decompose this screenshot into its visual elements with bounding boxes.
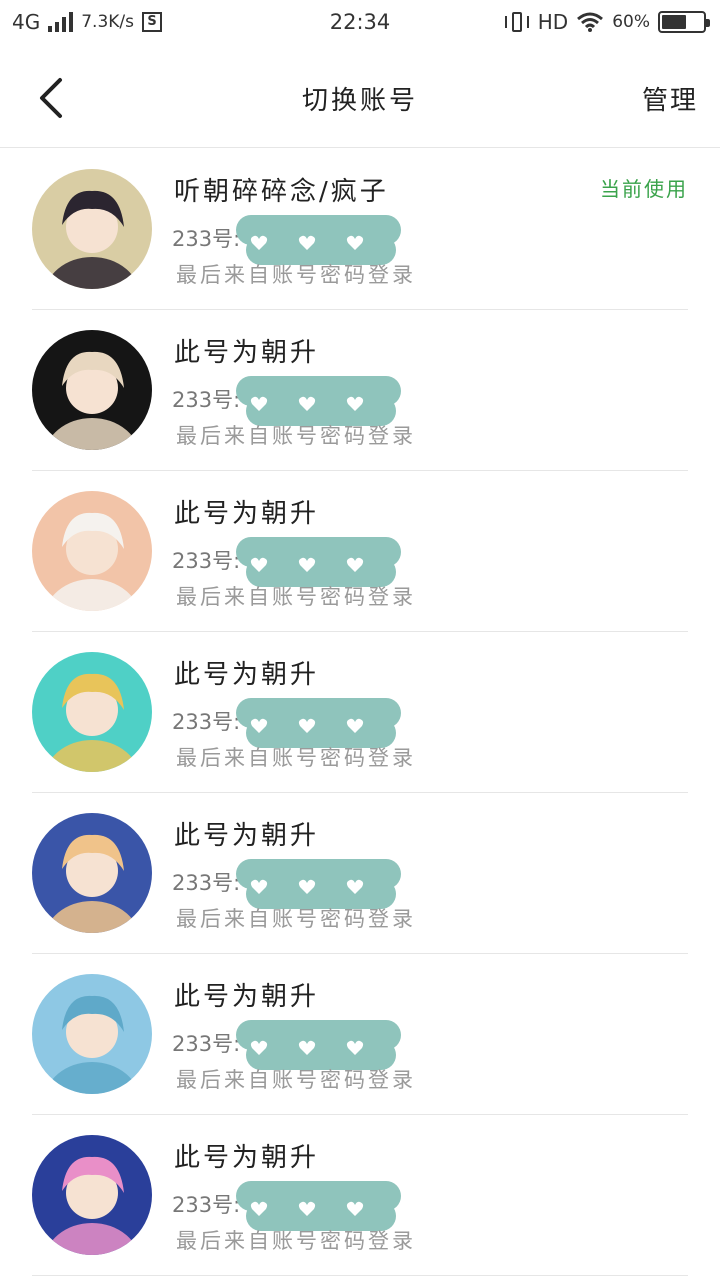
last-login-text: 最后来自账号密码登录	[176, 1068, 416, 1092]
hd-label: HD	[537, 10, 569, 34]
account-row[interactable]: 此号为朝升 233号: 最后来自账号密码登录	[0, 310, 720, 471]
avatar	[32, 330, 152, 450]
account-list: 听朝碎碎念/疯子 233号: 最后来自账号密码登录 当前使用此号为朝升 233号: 最后来…	[0, 149, 720, 1276]
account-row[interactable]: 听朝碎碎念/疯子 233号: 最后来自账号密码登录 当前使用	[0, 149, 720, 310]
account-name: 此号为朝升	[174, 499, 320, 529]
avatar	[32, 1135, 152, 1255]
avatar	[32, 491, 152, 611]
account-id-label: 233号:	[172, 1032, 241, 1056]
avatar	[32, 974, 152, 1094]
account-row[interactable]: 此号为朝升 233号: 最后来自账号密码登录	[0, 954, 720, 1115]
manage-button[interactable]: 管理	[642, 80, 698, 117]
account-row[interactable]: 此号为朝升 233号: 最后来自账号密码登录	[0, 471, 720, 632]
account-name: 听朝碎碎念/疯子	[174, 177, 389, 207]
account-row[interactable]: 此号为朝升 233号: 最后来自账号密码登录	[0, 1115, 720, 1276]
last-login-text: 最后来自账号密码登录	[176, 585, 416, 609]
account-id-label: 233号:	[172, 388, 241, 412]
account-row[interactable]: 此号为朝升 233号: 最后来自账号密码登录	[0, 793, 720, 954]
account-id-label: 233号:	[172, 1193, 241, 1217]
wifi-icon	[577, 12, 604, 32]
account-name: 此号为朝升	[174, 1143, 320, 1173]
row-divider	[32, 1275, 688, 1276]
last-login-text: 最后来自账号密码登录	[176, 263, 416, 287]
account-row[interactable]: 此号为朝升 233号: 最后来自账号密码登录	[0, 632, 720, 793]
battery-percent: 60%	[612, 12, 650, 32]
page-title: 切换账号	[301, 86, 418, 116]
account-id-label: 233号:	[172, 227, 241, 251]
status-right: HD 60%	[504, 10, 710, 34]
last-login-text: 最后来自账号密码登录	[176, 1229, 416, 1253]
account-id-label: 233号:	[172, 871, 241, 895]
last-login-text: 最后来自账号密码登录	[176, 424, 416, 448]
account-name: 此号为朝升	[174, 660, 320, 690]
battery-icon	[658, 11, 710, 33]
account-name: 此号为朝升	[174, 982, 320, 1012]
status-bar: 4G 7.3K/s S 22:34 HD 60%	[0, 0, 720, 48]
account-id-label: 233号:	[172, 710, 241, 734]
last-login-text: 最后来自账号密码登录	[176, 907, 416, 931]
account-name: 此号为朝升	[174, 821, 320, 851]
avatar	[32, 652, 152, 772]
account-id-label: 233号:	[172, 549, 241, 573]
avatar	[32, 813, 152, 933]
avatar	[32, 169, 152, 289]
current-account-badge: 当前使用	[600, 177, 688, 201]
vibrate-icon	[504, 11, 530, 33]
account-name: 此号为朝升	[174, 338, 320, 368]
app-header: 切换账号 管理	[0, 48, 720, 148]
last-login-text: 最后来自账号密码登录	[176, 746, 416, 770]
